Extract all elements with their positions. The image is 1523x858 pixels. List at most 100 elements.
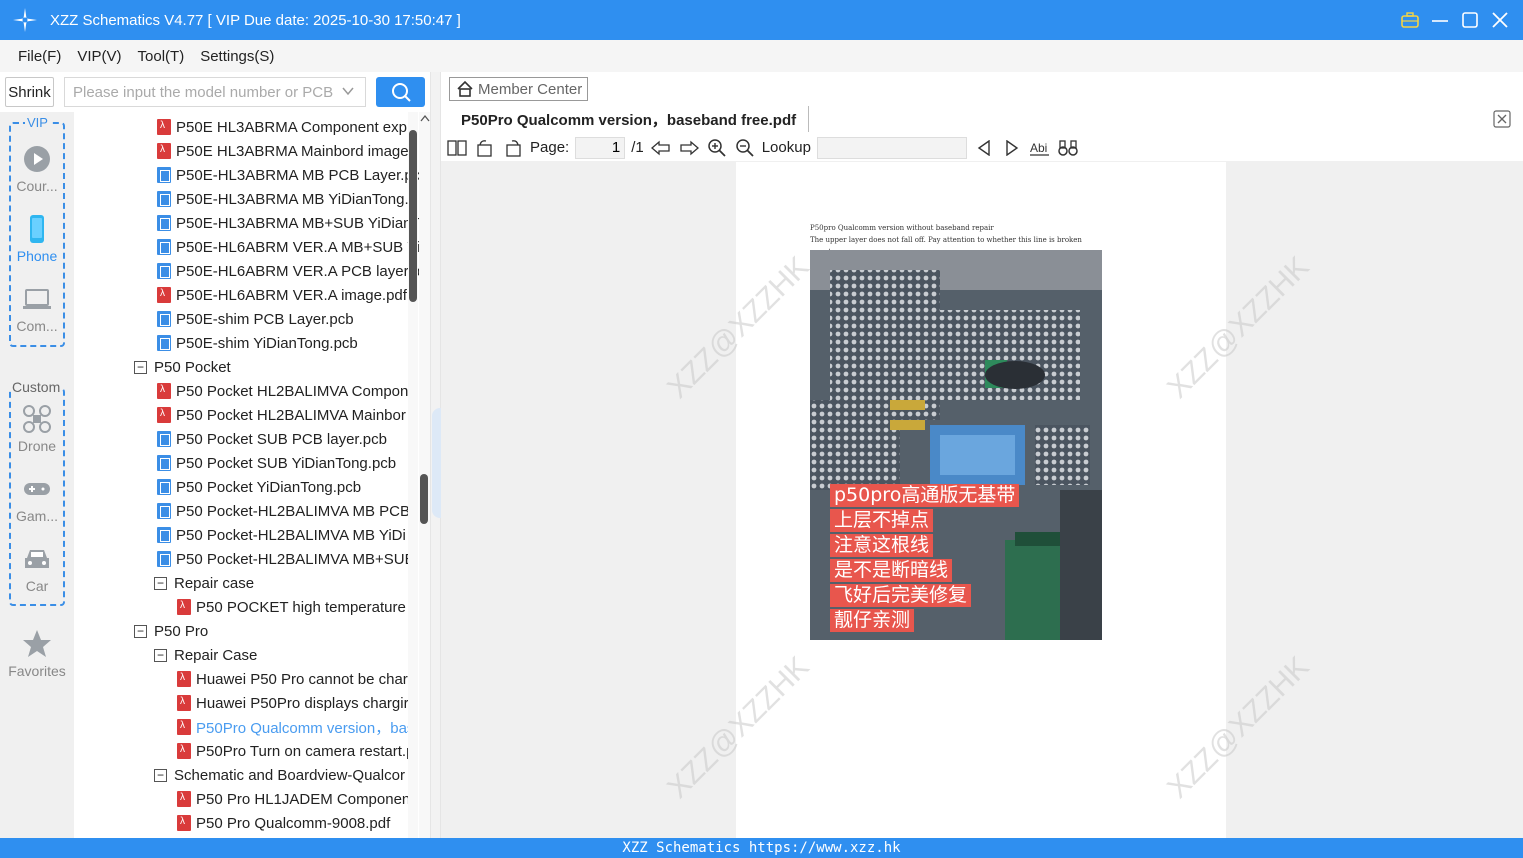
tree-file-row[interactable]: P50E-shim PCB Layer.pcb — [157, 307, 354, 331]
tree-scroll-thumb[interactable] — [409, 130, 417, 302]
tree-file-row[interactable]: P50E-HL6ABRM VER.A image.pdf — [157, 283, 407, 307]
tree-row-label: P50 Pocket — [154, 358, 231, 376]
tree-folder-row[interactable]: − Schematic and Boardview-Qualcor — [154, 763, 405, 787]
pdf-file-icon — [177, 695, 191, 711]
menu-tool[interactable]: Tool(T) — [138, 48, 185, 65]
collapse-toggle-icon[interactable]: − — [154, 576, 167, 590]
tree-file-row[interactable]: P50 Pocket SUB PCB layer.pcb — [157, 427, 387, 451]
tree-file-row[interactable]: P50E-HL3ABRMA MB YiDianTong. — [157, 187, 409, 211]
find-prev-icon[interactable] — [973, 137, 995, 159]
two-page-icon[interactable] — [446, 137, 468, 159]
collapse-toggle-icon[interactable]: − — [154, 768, 167, 782]
tree-file-row[interactable]: P50 Pocket HL2BALIMVA Compon — [157, 379, 408, 403]
shrink-button[interactable]: Shrink — [5, 77, 54, 107]
tree-file-row[interactable]: P50 Pro HL1JADEM Componen — [177, 787, 410, 811]
tree-file-row[interactable]: P50E-HL6ABRM VER.A PCB layer.p — [157, 259, 419, 283]
tree-row-label: Schematic and Boardview-Qualcor — [174, 766, 405, 784]
category-drone[interactable]: Drone — [0, 404, 74, 454]
briefcase-icon[interactable] — [1401, 11, 1419, 29]
category-games[interactable]: Gam... — [0, 474, 74, 524]
tree-folder-row[interactable]: − Repair Case — [154, 643, 257, 667]
tree-file-row[interactable]: P50 Pocket SUB YiDianTong.pcb — [157, 451, 396, 475]
close-tab-icon[interactable] — [1493, 110, 1511, 128]
pdf-file-icon — [177, 599, 191, 615]
category-favorites[interactable]: Favorites — [0, 629, 74, 679]
member-center-button[interactable]: Member Center — [449, 77, 588, 101]
category-sidebar: VIP Cour... Phone Com... Custom Drone Ga… — [0, 112, 74, 838]
menu-settings[interactable]: Settings(S) — [200, 48, 274, 65]
tree-row-label: P50 Pocket HL2BALIMVA Compon — [176, 382, 409, 400]
pdf-viewer[interactable]: P50pro Qualcomm version without baseband… — [441, 161, 1523, 838]
pcb-file-icon — [157, 215, 171, 231]
document-tab[interactable]: P50Pro Qualcomm version，baseband free.pd… — [449, 106, 810, 132]
tree-outer-scrollbar[interactable] — [419, 112, 430, 838]
home-icon — [457, 80, 473, 97]
collapse-toggle-icon[interactable]: − — [134, 360, 147, 374]
category-courses[interactable]: Cour... — [0, 144, 74, 194]
lookup-input[interactable] — [816, 136, 967, 159]
model-tree: −P50EP50E HL3ABRMA Component explP50E HL… — [74, 112, 419, 838]
search-icon — [391, 83, 411, 102]
tree-file-row[interactable]: P50E-HL3ABRMA MB+SUB YiDianT — [157, 211, 419, 235]
category-phone[interactable]: Phone — [0, 214, 74, 264]
pdf-file-icon — [157, 119, 171, 135]
tree-row-label: P50E-HL6ABRM VER.A MB+SUB Yi — [176, 238, 419, 256]
search-input[interactable]: Please input the model number or PCB — [64, 77, 366, 107]
tree-file-row[interactable]: P50 Pocket-HL2BALIMVA MB+SUE — [157, 547, 415, 571]
tree-folder-row[interactable]: − P50 Pro — [134, 619, 208, 643]
tree-file-row[interactable]: P50 Pocket-HL2BALIMVA MB YiDi — [157, 523, 406, 547]
tree-file-row[interactable]: P50Pro Qualcomm version，bas — [177, 715, 414, 739]
pdf-file-icon — [157, 143, 171, 159]
pcb-file-icon — [157, 503, 171, 519]
tree-file-row[interactable]: Huawei P50 Pro cannot be char — [177, 667, 408, 691]
rotate-right-icon[interactable] — [502, 137, 524, 159]
tree-row-label: Repair case — [174, 574, 255, 592]
tree-file-row[interactable]: P50 Pocket HL2BALIMVA Mainbor — [157, 403, 406, 427]
binoculars-icon[interactable] — [1057, 137, 1079, 159]
tree-file-row[interactable]: P50E HL3ABRMA Component expl — [157, 115, 410, 139]
zoom-out-icon[interactable] — [734, 137, 756, 159]
menu-vip[interactable]: VIP(V) — [77, 48, 121, 65]
tree-file-row[interactable]: P50 POCKET high temperature i — [177, 595, 413, 619]
maximize-icon[interactable] — [1461, 11, 1479, 29]
pcb-file-icon — [157, 263, 171, 279]
zoom-in-icon[interactable] — [706, 137, 728, 159]
page-number-input[interactable] — [575, 136, 626, 159]
tree-file-row[interactable]: P50 Pocket YiDianTong.pcb — [157, 475, 361, 499]
app-logo-icon — [13, 8, 37, 32]
scroll-up-icon[interactable] — [420, 114, 430, 124]
close-icon[interactable] — [1491, 11, 1509, 29]
collapse-toggle-icon[interactable]: − — [134, 624, 147, 638]
tree-folder-row[interactable]: − Repair case — [154, 571, 254, 595]
tree-scrollbar[interactable] — [408, 112, 418, 838]
tree-outer-scroll-thumb[interactable] — [420, 474, 428, 524]
match-case-icon[interactable]: Abi — [1029, 137, 1051, 159]
tree-folder-row[interactable]: − P50 Pocket — [134, 355, 231, 379]
category-car[interactable]: Car — [0, 544, 74, 594]
tree-file-row[interactable]: Huawei P50Pro displays chargir — [177, 691, 409, 715]
search-button[interactable] — [376, 77, 425, 107]
splitter-handle[interactable] — [432, 408, 441, 518]
tree-file-row[interactable]: P50E-HL6ABRM VER.A MB+SUB Yi — [157, 235, 419, 259]
next-page-arrow-icon[interactable] — [678, 137, 700, 159]
tree-file-row[interactable]: P50 Pro Qualcomm-9008.pdf — [177, 811, 390, 835]
pdf-toolbar: Page: /1 Lookup Abi — [446, 134, 1523, 161]
category-computer[interactable]: Com... — [0, 284, 74, 334]
tree-file-row[interactable]: P50E HL3ABRMA Mainbord image — [157, 139, 409, 163]
chevron-down-icon[interactable] — [341, 84, 355, 98]
rotate-left-icon[interactable] — [474, 137, 496, 159]
panel-splitter[interactable] — [430, 72, 441, 838]
find-next-icon[interactable] — [1001, 137, 1023, 159]
pcb-file-icon — [157, 167, 171, 183]
collapse-toggle-icon[interactable]: − — [154, 648, 167, 662]
tree-file-row[interactable]: P50Pro Turn on camera restart.p — [177, 739, 414, 763]
minimize-icon[interactable] — [1431, 11, 1449, 29]
tree-file-row[interactable]: P50E-HL3ABRMA MB PCB Layer.pc — [157, 163, 419, 187]
photo-annotation: p50pro高通版无基带 上层不掉点 注意这根线 是不是断暗线 飞好后完美修复 … — [830, 484, 1020, 632]
pdf-file-icon — [177, 815, 191, 831]
tree-file-row[interactable]: P50E-shim YiDianTong.pcb — [157, 331, 358, 355]
tree-file-row[interactable]: P50 Pocket-HL2BALIMVA MB PCB — [157, 499, 410, 523]
prev-page-arrow-icon[interactable] — [650, 137, 672, 159]
menu-file[interactable]: File(F) — [18, 48, 61, 65]
category-label: Phone — [16, 248, 58, 264]
